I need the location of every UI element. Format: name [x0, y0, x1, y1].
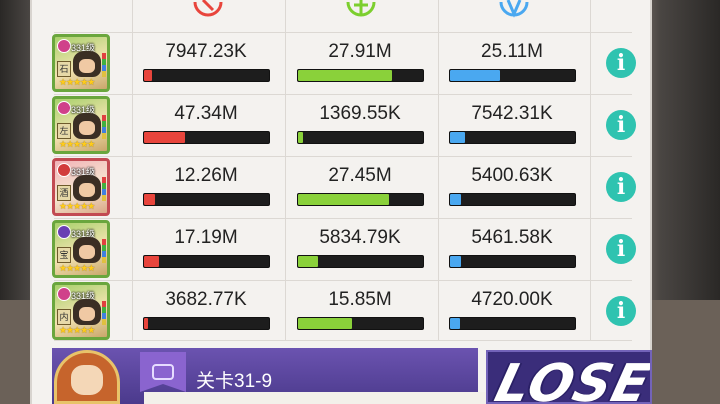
- hero-face: [73, 237, 101, 263]
- hero-face: [73, 299, 101, 325]
- hero-face: [73, 51, 101, 77]
- rank-badge: [57, 39, 71, 53]
- attack-bar-fill: [144, 194, 156, 205]
- rank-badge: [57, 163, 71, 177]
- info-button[interactable]: i: [606, 48, 636, 78]
- plus-cross-icon: [346, 0, 376, 17]
- info-button[interactable]: i: [606, 110, 636, 140]
- heal-value: 27.91M: [328, 41, 392, 62]
- attack-bar: [143, 69, 270, 82]
- attack-bar: [143, 317, 270, 330]
- hero-stars: ★★★★★: [59, 325, 95, 335]
- heal-bar: [297, 317, 424, 330]
- defense-bar-fill: [450, 194, 462, 205]
- hero-portrait[interactable]: 331级 宝 ★★★★★: [52, 220, 110, 278]
- heal-bar: [297, 69, 424, 82]
- result-text: LOSE: [489, 354, 652, 404]
- hero-faction-tag: 宝: [57, 247, 71, 263]
- heal-bar: [297, 131, 424, 144]
- attack-bar-fill: [144, 256, 159, 267]
- rank-badge: [57, 101, 71, 115]
- hero-faction-tag: 酒: [57, 185, 71, 201]
- defense-bar: [449, 193, 576, 206]
- attack-bar-fill: [144, 318, 148, 329]
- defense-bar: [449, 69, 576, 82]
- row-divider: [54, 218, 632, 219]
- hero-face: [73, 175, 101, 201]
- heal-bar: [297, 255, 424, 268]
- hero-portrait[interactable]: 331级 石 ★★★★★: [52, 34, 110, 92]
- sword-icon: [193, 0, 223, 17]
- row-divider: [54, 340, 632, 341]
- row-divider: [54, 32, 632, 33]
- attack-bar-fill: [144, 132, 186, 143]
- hero-portrait[interactable]: 331级 酒 ★★★★★: [52, 158, 110, 216]
- hero-portrait[interactable]: 331级 左 ★★★★★: [52, 96, 110, 154]
- heal-bar: [297, 193, 424, 206]
- hero-side-gems: [102, 177, 106, 201]
- hero-faction-tag: 内: [57, 309, 71, 325]
- row-divider: [54, 94, 632, 95]
- defense-bar: [449, 317, 576, 330]
- defense-value: 25.11M: [481, 41, 543, 62]
- rank-badge: [57, 287, 71, 301]
- heal-bar-fill: [298, 70, 392, 81]
- attack-bar: [143, 193, 270, 206]
- heal-value: 27.45M: [328, 165, 392, 186]
- defense-bar: [449, 255, 576, 268]
- stage-label: 关卡31-9: [196, 371, 273, 392]
- attack-bar: [143, 255, 270, 268]
- shield-icon: [499, 0, 529, 18]
- column-divider: [438, 0, 439, 340]
- defense-value: 5400.63K: [471, 165, 553, 186]
- hero-faction-tag: 石: [57, 61, 71, 77]
- hero-side-gems: [102, 53, 106, 77]
- attack-value: 7947.23K: [165, 41, 247, 62]
- heal-value: 15.85M: [328, 289, 392, 310]
- hero-stars: ★★★★★: [59, 201, 95, 211]
- hero-side-gems: [102, 301, 106, 325]
- column-divider: [132, 0, 133, 340]
- defense-value: 4720.00K: [471, 289, 553, 310]
- info-button[interactable]: i: [606, 296, 636, 326]
- heal-value: 1369.55K: [319, 103, 401, 124]
- info-button[interactable]: i: [606, 234, 636, 264]
- attack-value: 3682.77K: [165, 289, 247, 310]
- stage-banner-strip: [144, 392, 524, 404]
- hero-side-gems: [102, 239, 106, 263]
- defense-value: 7542.31K: [471, 103, 553, 124]
- attack-value: 47.34M: [174, 103, 238, 124]
- heal-bar-fill: [298, 132, 303, 143]
- hero-portrait[interactable]: 331级 内 ★★★★★: [52, 282, 110, 340]
- result-banner: LOSE: [486, 350, 652, 404]
- column-divider: [285, 0, 286, 340]
- defense-value: 5461.58K: [471, 227, 553, 248]
- hero-stars: ★★★★★: [59, 263, 95, 273]
- defense-bar: [449, 131, 576, 144]
- attack-bar-fill: [144, 70, 152, 81]
- hero-face: [73, 113, 101, 139]
- defense-bar-fill: [450, 256, 462, 267]
- defense-bar-fill: [450, 70, 500, 81]
- hero-side-gems: [102, 115, 106, 139]
- hero-stars: ★★★★★: [59, 77, 95, 87]
- heal-bar-fill: [298, 194, 390, 205]
- defense-bar-fill: [450, 132, 465, 143]
- heal-bar-fill: [298, 256, 318, 267]
- heal-bar-fill: [298, 318, 352, 329]
- rank-badge: [57, 225, 71, 239]
- backdrop-right: [648, 300, 720, 404]
- info-button[interactable]: i: [606, 172, 636, 202]
- attack-value: 12.26M: [174, 165, 238, 186]
- row-divider: [54, 280, 632, 281]
- attack-bar: [143, 131, 270, 144]
- heal-value: 5834.79K: [319, 227, 401, 248]
- hero-stars: ★★★★★: [59, 139, 95, 149]
- column-divider: [590, 0, 591, 340]
- hero-faction-tag: 左: [57, 123, 71, 139]
- row-divider: [54, 156, 632, 157]
- attack-value: 17.19M: [174, 227, 238, 248]
- defense-bar-fill: [450, 318, 460, 329]
